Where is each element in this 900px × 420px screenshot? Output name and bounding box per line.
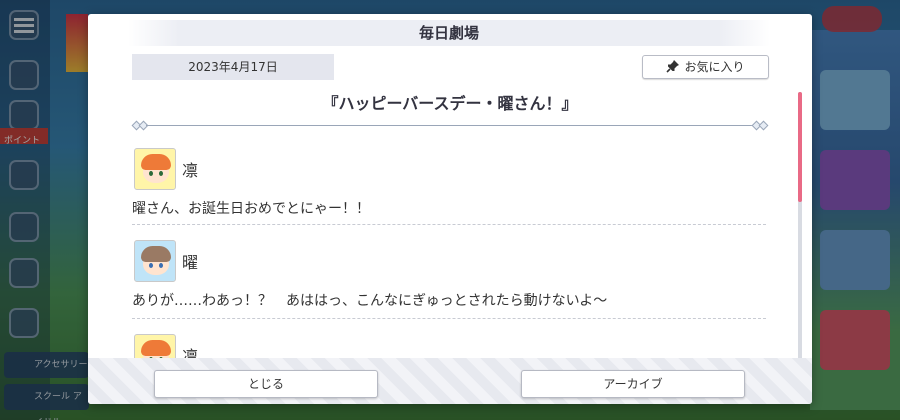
speaker-row: 曜 (134, 240, 198, 282)
dialogue-separator (132, 318, 766, 319)
story-title: 『ハッピーバースデー・曜さん！』 (322, 94, 578, 113)
speaker-row: 凛 (134, 148, 198, 190)
favorite-label: お気に入り (684, 60, 745, 74)
scroll-thumb[interactable] (798, 92, 802, 202)
you-avatar (134, 240, 176, 282)
dialogue-line: ありが……わあっ！？ あははっ、こんなにぎゅっとされたら動けないよ～ (132, 293, 608, 309)
daily-theater-dialog: 毎日劇場 2023年4月17日 お気に入り 『ハッピーバースデー・曜さん！』 凛… (88, 14, 812, 404)
dialog-title: 毎日劇場 (418, 24, 479, 42)
speaker-name: 曜 (182, 253, 199, 272)
close-button[interactable]: とじる (154, 370, 378, 398)
title-divider (131, 120, 769, 131)
dialogue-scroll-area[interactable]: 凛 曜さん、お誕生日おめでとにゃー！！ 曜 ありが……わあっ！？ あははっ、こん… (132, 142, 768, 364)
favorite-button[interactable]: お気に入り (642, 55, 769, 79)
dialogue-separator (132, 224, 766, 225)
title-bar: 毎日劇場 (128, 20, 770, 46)
speaker-name: 凛 (182, 161, 199, 180)
date-label: 2023年4月17日 (132, 54, 334, 80)
pin-icon (666, 60, 680, 73)
dialogue-line: 曜さん、お誕生日おめでとにゃー！！ (132, 201, 370, 217)
archive-button[interactable]: アーカイブ (521, 370, 745, 398)
scrollbar[interactable] (798, 92, 802, 360)
rin-avatar (134, 148, 176, 190)
